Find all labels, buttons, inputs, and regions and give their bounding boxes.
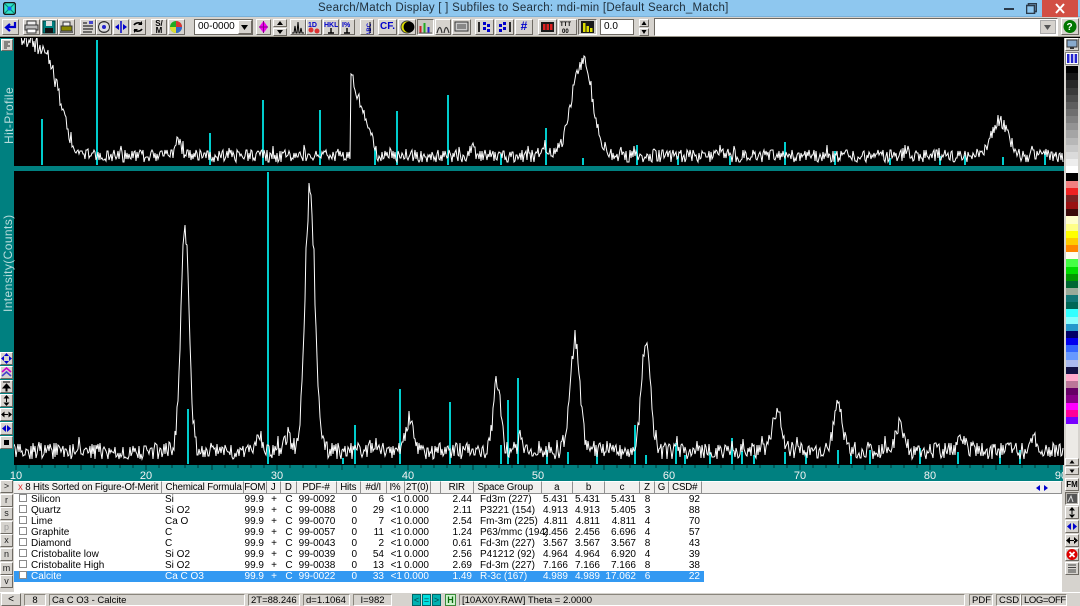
svg-text:I%: I% — [342, 22, 351, 29]
svg-text:?: ? — [1067, 22, 1073, 33]
svg-text:00: 00 — [562, 29, 569, 34]
svg-text:1D: 1D — [308, 22, 317, 29]
svg-text:HKL: HKL — [324, 22, 338, 29]
svg-text:TTT: TTT — [560, 22, 571, 28]
